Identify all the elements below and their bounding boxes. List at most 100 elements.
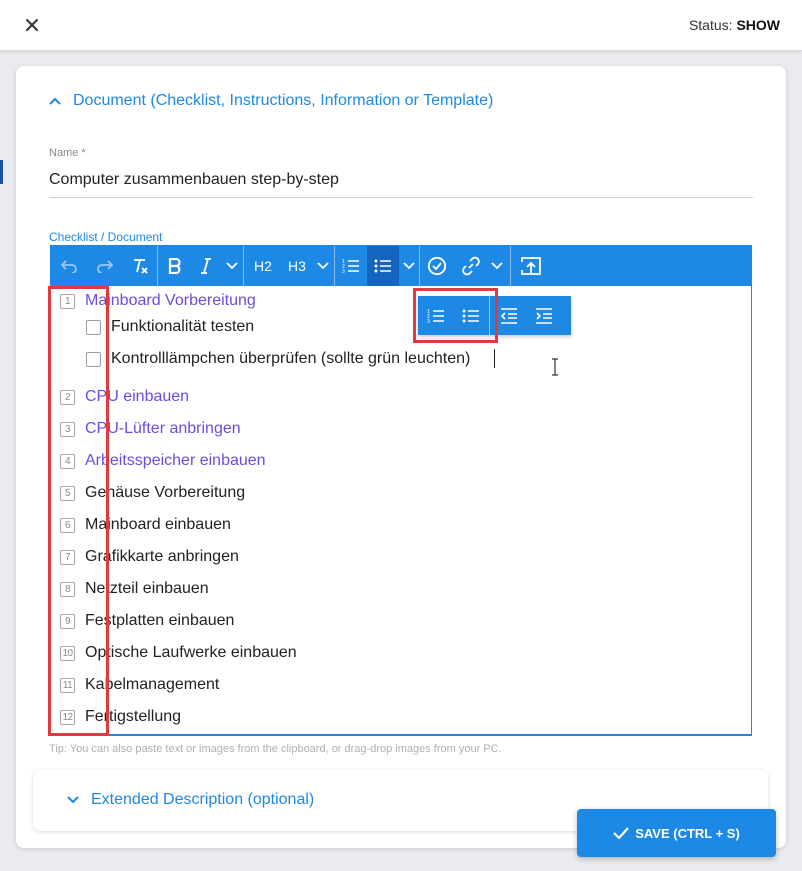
chevron-down-icon: [317, 262, 329, 270]
close-icon[interactable]: [21, 14, 43, 36]
name-label: Name *: [49, 147, 86, 159]
item-text: Mainboard einbauen: [85, 516, 231, 533]
ibeam-cursor-icon: [552, 358, 558, 376]
italic-dropdown[interactable]: [221, 246, 243, 286]
save-label: SAVE (CTRL + S): [635, 825, 740, 841]
list-item[interactable]: 10 Optische Laufwerke einbauen: [60, 642, 297, 664]
clear-format-icon: [134, 259, 148, 274]
item-text: Kontrolllämpchen überprüfen (sollte grün…: [111, 350, 471, 367]
bold-button[interactable]: [158, 246, 191, 286]
heading3-button[interactable]: H3: [282, 246, 312, 286]
extended-description-toggle[interactable]: Extended Description (optional): [67, 791, 314, 809]
list-item[interactable]: 5 Gehäuse Vorbereitung: [60, 482, 245, 504]
clear-format-button[interactable]: [123, 246, 157, 286]
link-button[interactable]: [454, 246, 488, 286]
check-icon: [613, 827, 630, 839]
chevron-up-icon: [49, 97, 61, 105]
item-number: 12: [60, 709, 75, 725]
ordered-list-icon: 123: [427, 309, 444, 324]
item-text: Mainboard Vorbereitung: [85, 292, 256, 309]
status-indicator: Status: SHOW: [689, 17, 780, 33]
chevron-down-icon: [226, 262, 238, 270]
undo-button[interactable]: [51, 246, 87, 286]
bullet-list-button[interactable]: [367, 246, 399, 286]
list-dropdown[interactable]: [399, 246, 419, 286]
ordered-list-icon: 123: [342, 259, 359, 274]
check-circle-icon: [427, 256, 447, 276]
item-number: 5: [60, 485, 75, 501]
item-text: Grafikkarte anbringen: [85, 548, 239, 565]
item-number: 2: [60, 389, 75, 405]
indent-icon: [535, 307, 552, 324]
svg-text:3: 3: [427, 319, 430, 324]
editor-toolbar: H2 H3 123: [51, 246, 751, 286]
outdent-button[interactable]: [491, 296, 526, 335]
link-icon: [462, 256, 480, 276]
floating-list-toolbar: 123: [418, 296, 571, 335]
item-text: CPU einbauen: [85, 388, 190, 405]
indent-button[interactable]: [526, 296, 561, 335]
list-item[interactable]: 2 CPU einbauen: [60, 386, 189, 408]
item-text: Fertigstellung: [85, 708, 182, 725]
item-text: Kabelmanagement: [85, 676, 220, 693]
heading-dropdown[interactable]: [312, 246, 334, 286]
upload-icon: [521, 257, 541, 275]
checkbox[interactable]: [86, 319, 101, 335]
italic-icon: [201, 258, 211, 274]
redo-icon: [97, 260, 114, 273]
item-number: 6: [60, 517, 75, 533]
upload-button[interactable]: [511, 246, 551, 286]
list-item[interactable]: 8 Netzteil einbauen: [60, 578, 209, 600]
editor-tip: Tip: You can also paste text or images f…: [49, 743, 502, 755]
status-value: SHOW: [736, 17, 780, 33]
bullet-list-icon: [374, 259, 391, 273]
checklist-button[interactable]: [420, 246, 454, 286]
checklist-item[interactable]: Kontrolllämpchen überprüfen (sollte grün…: [86, 348, 470, 370]
list-item[interactable]: 6 Mainboard einbauen: [60, 514, 231, 536]
list-item[interactable]: 4 Arbeitsspeicher einbauen: [60, 450, 266, 472]
item-number: 8: [60, 581, 75, 597]
checkbox[interactable]: [86, 351, 101, 367]
outdent-icon: [500, 307, 517, 324]
undo-icon: [60, 260, 77, 273]
list-item[interactable]: 1 Mainboard Vorbereitung: [60, 290, 256, 312]
item-text: Funktionalität testen: [111, 318, 255, 335]
item-number: 10: [60, 645, 75, 661]
ordered-list-button[interactable]: 123: [335, 246, 367, 286]
list-item[interactable]: 12 Fertigstellung: [60, 706, 181, 728]
item-number: 3: [60, 421, 75, 437]
name-input[interactable]: Computer zusammenbauen step-by-step: [49, 171, 339, 189]
item-number: 9: [60, 613, 75, 629]
item-number: 1: [60, 293, 75, 309]
bold-icon: [168, 258, 181, 274]
chevron-down-icon: [67, 796, 79, 804]
chevron-down-icon: [403, 262, 415, 270]
checklist-label: Checklist / Document: [49, 230, 163, 244]
item-text: Gehäuse Vorbereitung: [85, 484, 246, 501]
list-item[interactable]: 7 Grafikkarte anbringen: [60, 546, 239, 568]
item-number: 4: [60, 453, 75, 469]
save-button[interactable]: SAVE (CTRL + S): [577, 809, 776, 857]
item-number: 7: [60, 549, 75, 565]
item-text: CPU-Lüfter anbringen: [85, 420, 241, 437]
list-item[interactable]: 11 Kabelmanagement: [60, 674, 219, 696]
redo-button[interactable]: [87, 246, 123, 286]
link-dropdown[interactable]: [488, 246, 506, 286]
italic-button[interactable]: [191, 246, 221, 286]
list-item[interactable]: 3 CPU-Lüfter anbringen: [60, 418, 241, 440]
heading2-button[interactable]: H2: [244, 246, 282, 286]
chevron-down-icon: [491, 262, 503, 270]
toolbar-separator: [489, 296, 490, 335]
float-bullet-list-button[interactable]: [453, 296, 488, 335]
list-item[interactable]: 9 Festplatten einbauen: [60, 610, 234, 632]
item-text: Optische Laufwerke einbauen: [85, 644, 297, 661]
float-ordered-list-button[interactable]: 123: [418, 296, 453, 335]
checklist-item[interactable]: Funktionalität testen: [86, 316, 254, 338]
item-text: Arbeitsspeicher einbauen: [85, 452, 266, 469]
name-underline: [49, 197, 753, 198]
left-edge-marker: [0, 160, 3, 184]
document-section-toggle[interactable]: Document (Checklist, Instructions, Infor…: [49, 91, 493, 111]
section-title: Document (Checklist, Instructions, Infor…: [73, 92, 494, 109]
item-text: Festplatten einbauen: [85, 612, 235, 629]
text-caret: [494, 349, 495, 368]
